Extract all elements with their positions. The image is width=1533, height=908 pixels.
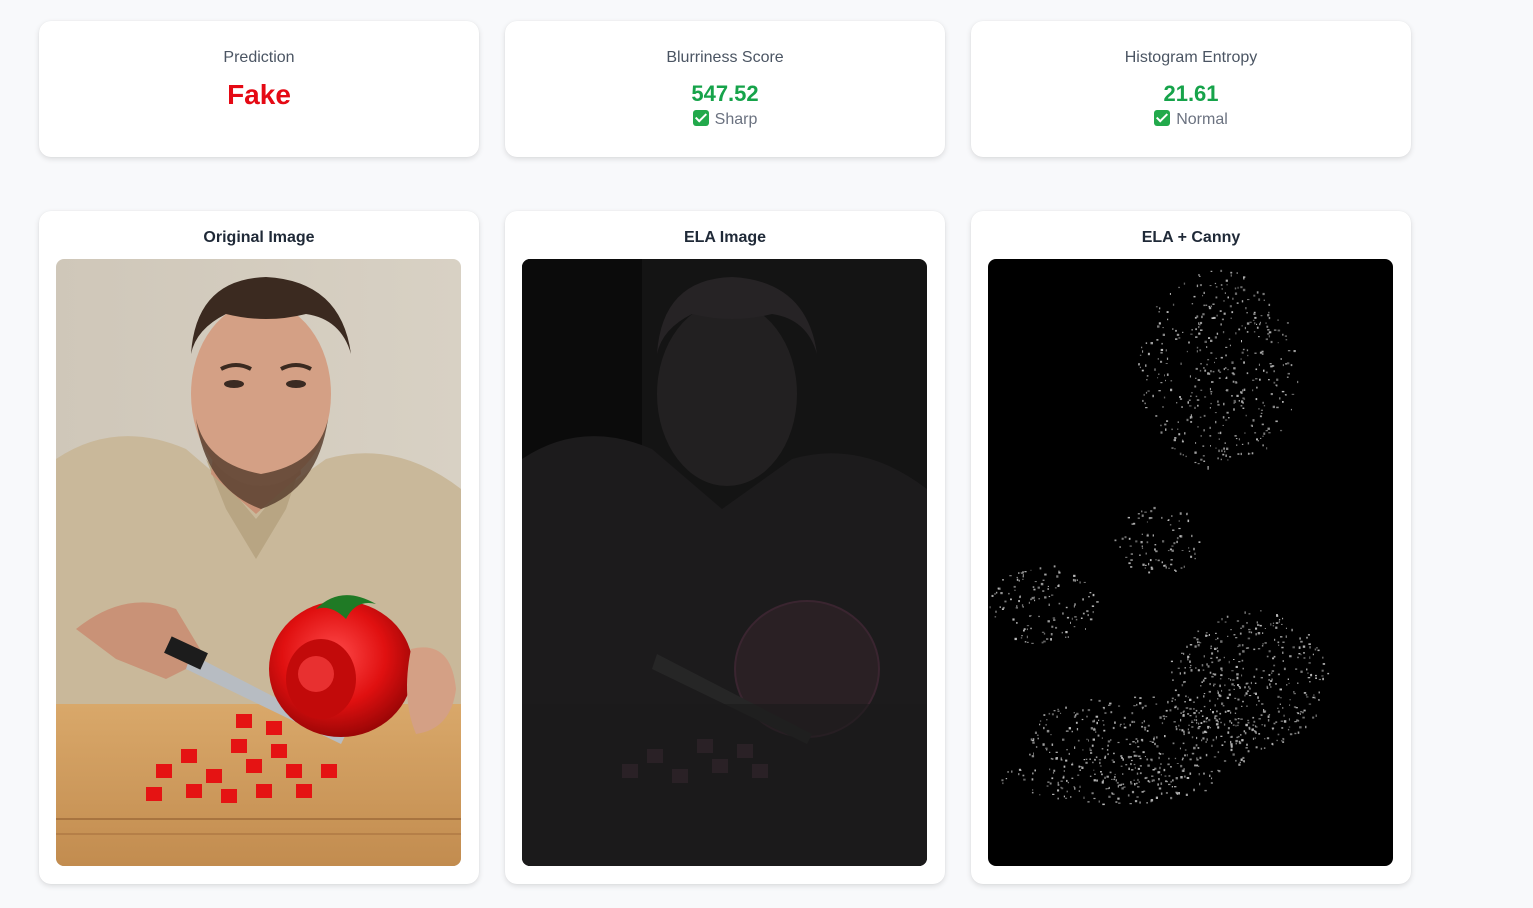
ela-image: [522, 259, 927, 866]
histogram-entropy-card: Histogram Entropy 21.61 Normal: [971, 21, 1411, 157]
ela-canny-illustration: [988, 259, 1393, 866]
entropy-status: Normal: [971, 110, 1411, 129]
ela-image-title: ELA Image: [683, 229, 767, 246]
ela-canny-image: [988, 259, 1393, 866]
original-image: [56, 259, 461, 866]
blurriness-score-value: 547.52: [691, 81, 759, 106]
histogram-entropy-label: Histogram Entropy: [1124, 49, 1258, 66]
check-mark-icon: [692, 110, 709, 126]
original-image-title: Original Image: [203, 229, 315, 246]
blurriness-status-text: Sharp: [714, 111, 758, 128]
prediction-label: Prediction: [223, 49, 295, 66]
blurriness-score-card: Blurriness Score 547.52 Sharp: [505, 21, 945, 157]
original-image-illustration: [56, 259, 461, 866]
ela-canny-title: ELA + Canny: [1141, 229, 1241, 246]
blurriness-score-label: Blurriness Score: [666, 49, 784, 66]
blurriness-status: Sharp: [505, 110, 945, 129]
check-mark-icon: [1154, 110, 1171, 126]
ela-canny-card: ELA + Canny: [971, 211, 1411, 884]
original-image-card: Original Image: [39, 211, 479, 884]
entropy-status-text: Normal: [1176, 111, 1228, 128]
prediction-value: Fake: [227, 79, 291, 110]
ela-image-card: ELA Image: [505, 211, 945, 884]
histogram-entropy-value: 21.61: [1163, 81, 1219, 106]
ela-image-illustration: [522, 259, 927, 866]
prediction-card: Prediction Fake: [39, 21, 479, 157]
